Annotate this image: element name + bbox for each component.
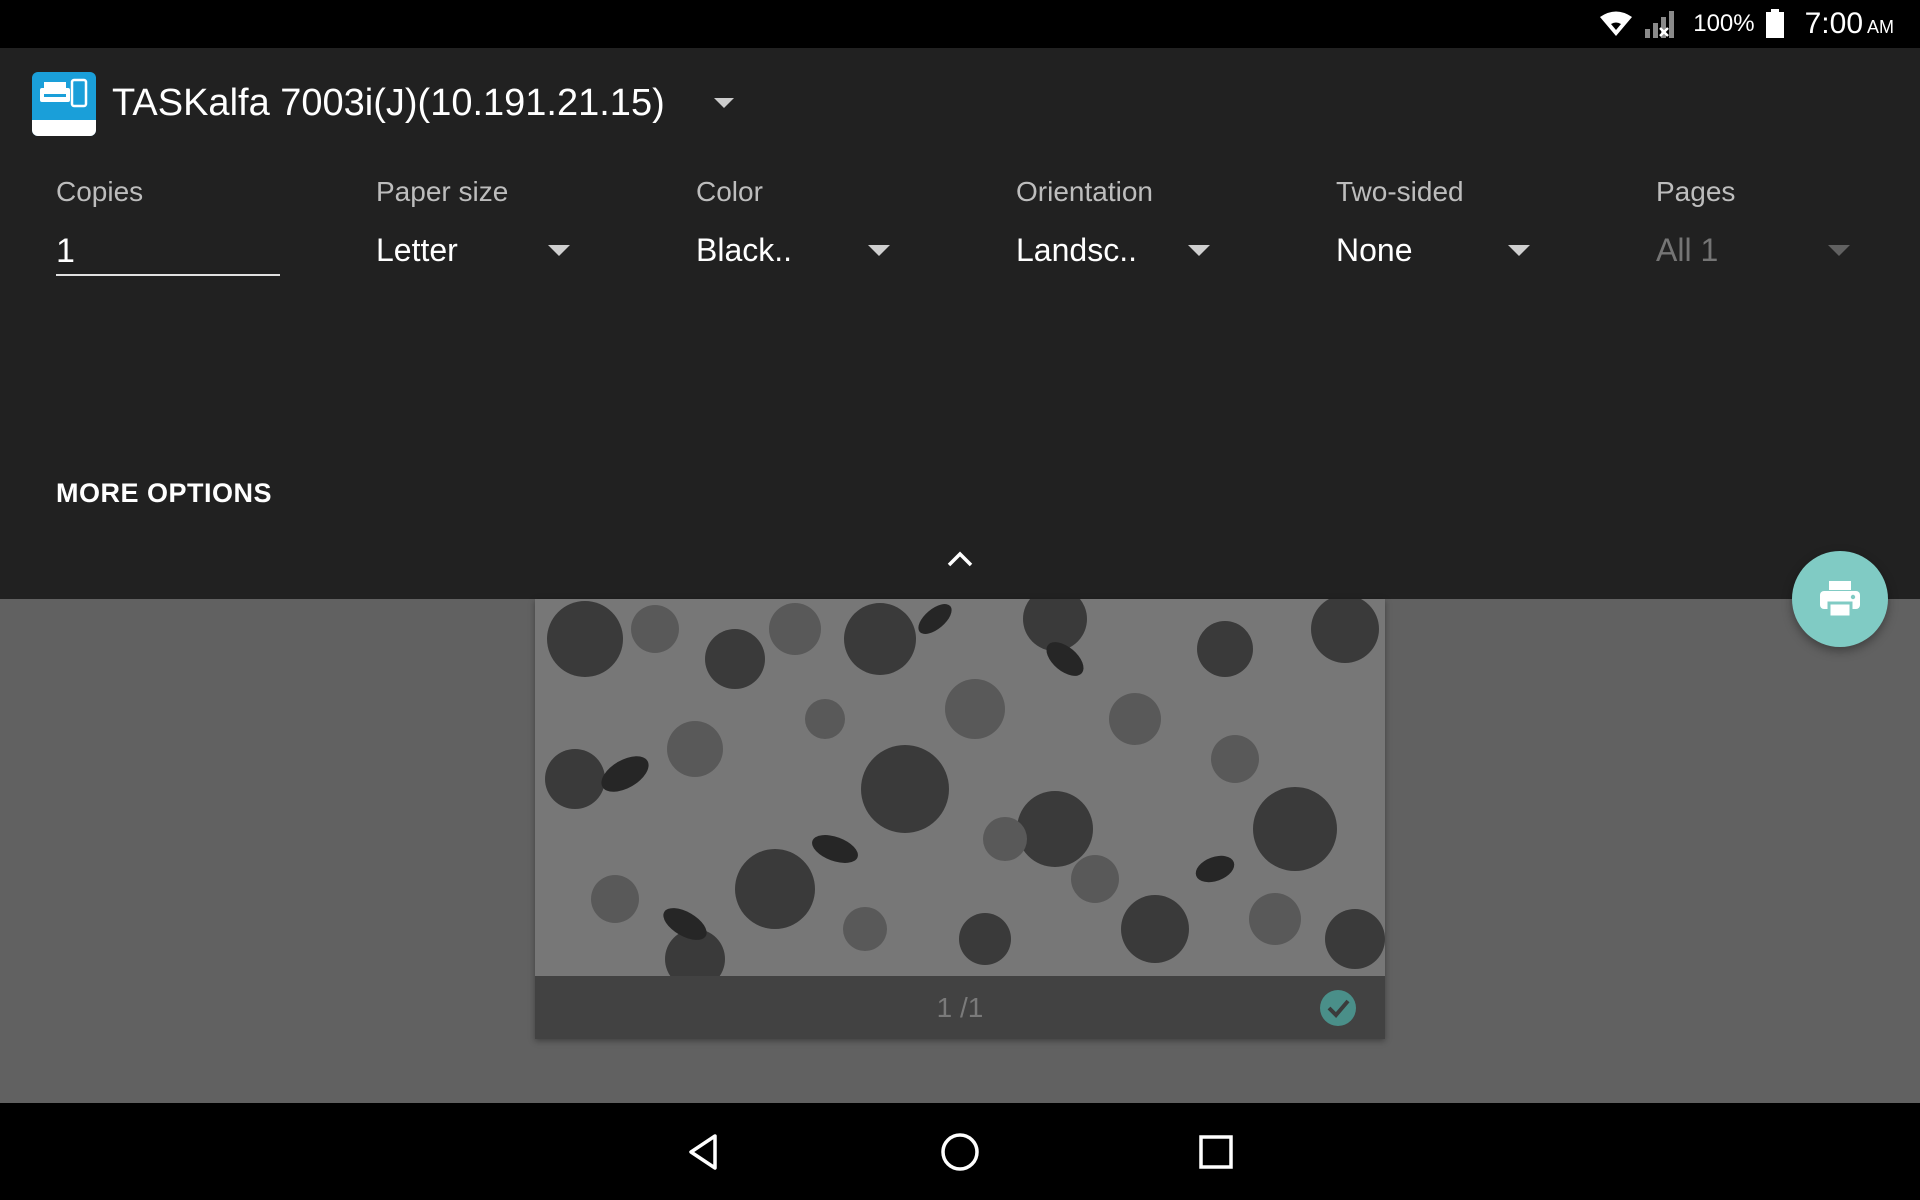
chevron-up-icon[interactable]: [946, 550, 974, 568]
color-option[interactable]: Color Black..: [696, 172, 976, 272]
orientation-option[interactable]: Orientation Landsc..: [1016, 172, 1296, 272]
page-preview-footer: 1 /1: [535, 976, 1385, 1039]
color-dropdown[interactable]: Black..: [696, 228, 976, 272]
two-sided-dropdown[interactable]: None: [1336, 228, 1616, 272]
clock: 7:00 AM: [1805, 7, 1894, 41]
back-icon: [689, 1134, 717, 1170]
orientation-dropdown[interactable]: Landsc..: [1016, 228, 1296, 272]
more-options-button[interactable]: MORE OPTIONS: [56, 478, 272, 509]
copies-label: Copies: [56, 176, 144, 207]
orientation-label: Orientation: [1016, 176, 1153, 207]
copies-input[interactable]: [56, 228, 280, 276]
kyocera-print-app-icon: [32, 72, 96, 136]
home-icon: [941, 1133, 979, 1171]
navigation-bar: [0, 1103, 1920, 1200]
paper-size-label: Paper size: [376, 176, 509, 207]
pages-dropdown: All 1: [1656, 228, 1920, 272]
color-value: Black..: [696, 232, 793, 268]
recents-button[interactable]: [1189, 1125, 1243, 1179]
cell-signal-icon: [1645, 11, 1675, 38]
status-bar: 100% 7:00 AM: [0, 0, 1920, 48]
copies-option: Copies: [56, 172, 336, 276]
clock-ampm: AM: [1867, 17, 1894, 37]
clock-time: 7:00: [1804, 7, 1863, 40]
page-preview-card[interactable]: 1 /1: [535, 599, 1385, 1039]
print-icon: [1820, 581, 1860, 619]
print-options-panel: TASKalfa 7003i(J)(10.191.21.15) Copies P…: [0, 48, 1920, 599]
back-button[interactable]: [676, 1125, 730, 1179]
paper-size-option[interactable]: Paper size Letter: [376, 172, 656, 272]
wifi-icon: [1600, 11, 1633, 36]
two-sided-option[interactable]: Two-sided None: [1336, 172, 1616, 272]
print-button[interactable]: [1792, 551, 1888, 647]
orientation-value: Landsc..: [1016, 232, 1137, 268]
two-sided-value: None: [1336, 232, 1413, 268]
page-preview-image: [535, 599, 1385, 989]
chevron-down-icon: [1828, 245, 1850, 256]
battery-percent: 100%: [1693, 10, 1755, 37]
pages-label: Pages: [1656, 176, 1736, 207]
check-circle-icon[interactable]: [1319, 989, 1357, 1027]
page-number: 1 /1: [936, 992, 984, 1023]
status-icons: 100% 7:00 AM: [1599, 0, 1894, 48]
print-preview-area: 1 /1: [0, 599, 1920, 1103]
recents-icon: [1199, 1135, 1233, 1169]
paper-size-value: Letter: [376, 232, 458, 268]
pages-value: All 1: [1656, 232, 1719, 268]
chevron-down-icon: [1188, 245, 1210, 256]
chevron-down-icon: [868, 245, 890, 256]
home-button[interactable]: [933, 1125, 987, 1179]
chevron-down-icon: [548, 245, 570, 256]
paper-size-dropdown[interactable]: Letter: [376, 228, 656, 272]
color-label: Color: [696, 176, 763, 207]
chevron-down-icon: [1508, 245, 1530, 256]
printer-dropdown-caret-icon[interactable]: [714, 98, 734, 108]
two-sided-label: Two-sided: [1336, 176, 1464, 207]
pages-option: Pages All 1: [1656, 172, 1920, 272]
printer-name[interactable]: TASKalfa 7003i(J)(10.191.21.15): [112, 80, 665, 126]
battery-icon: [1765, 9, 1784, 38]
